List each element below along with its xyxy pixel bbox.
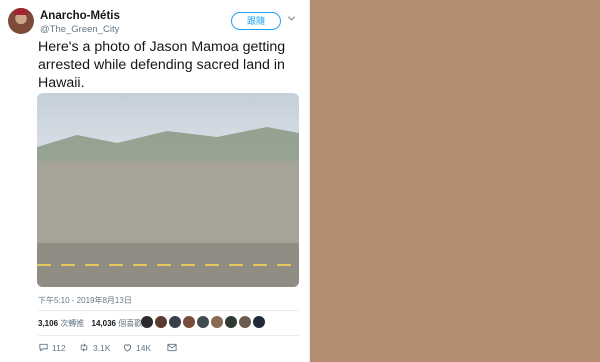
right-photo-placeholder xyxy=(310,0,600,362)
reply-count: 112 xyxy=(52,342,66,353)
retweet-button[interactable]: 3.1K xyxy=(78,342,111,356)
divider xyxy=(38,335,299,336)
retweet-label: 次轉推 xyxy=(60,319,85,328)
message-button[interactable] xyxy=(166,342,178,356)
liker-avatar[interactable] xyxy=(183,316,195,328)
user-handle[interactable]: @The_Green_City xyxy=(40,24,119,35)
liker-avatar[interactable] xyxy=(239,316,251,328)
envelope-icon xyxy=(167,344,177,352)
liker-avatar[interactable] xyxy=(253,316,265,328)
display-name[interactable]: Anarcho-Métis xyxy=(40,10,120,22)
chevron-down-icon[interactable] xyxy=(287,14,296,23)
liker-avatar[interactable] xyxy=(141,316,153,328)
like-label: 個喜歡 xyxy=(118,319,143,328)
retweet-count: 3,106 xyxy=(38,319,59,328)
divider xyxy=(38,310,299,311)
liker-avatar[interactable] xyxy=(211,316,223,328)
liker-avatar[interactable] xyxy=(197,316,209,328)
like-stat[interactable]: 14,036 個喜歡 xyxy=(92,319,143,328)
retweet-stat[interactable]: 3,106 次轉推 xyxy=(38,319,84,328)
liker-avatars xyxy=(141,316,267,330)
like-count: 14,036 xyxy=(91,319,116,328)
retweet-icon xyxy=(80,343,88,352)
heart-icon xyxy=(123,344,132,352)
like-button[interactable]: 14K xyxy=(122,342,151,356)
tweet-timestamp[interactable]: 下午5:10 - 2019年8月13日 xyxy=(38,295,132,306)
retweet-short-count: 3.1K xyxy=(93,342,111,353)
liker-avatar[interactable] xyxy=(225,316,237,328)
engagement-stats: 3,106 次轉推 14,036 個喜歡 xyxy=(38,318,142,329)
tweet-text: Here's a photo of Jason Mamoa getting ar… xyxy=(38,39,286,91)
liker-avatar[interactable] xyxy=(169,316,181,328)
right-photo xyxy=(310,0,600,362)
tweet-header: Anarcho-Métis @The_Green_City 跟隨 xyxy=(8,6,297,42)
reply-button[interactable]: 112 xyxy=(38,342,66,356)
reply-icon xyxy=(39,344,48,352)
liker-avatar[interactable] xyxy=(155,316,167,328)
like-short-count: 14K xyxy=(136,342,152,353)
tweet-photo-placeholder xyxy=(37,127,299,287)
follow-button[interactable]: 跟隨 xyxy=(231,12,281,30)
tweet-card: Anarcho-Métis @The_Green_City 跟隨 Here's … xyxy=(0,0,310,362)
avatar[interactable] xyxy=(8,8,34,34)
tweet-photo[interactable] xyxy=(37,93,299,287)
tweet-actions: 112 3.1K 14K xyxy=(38,342,300,356)
